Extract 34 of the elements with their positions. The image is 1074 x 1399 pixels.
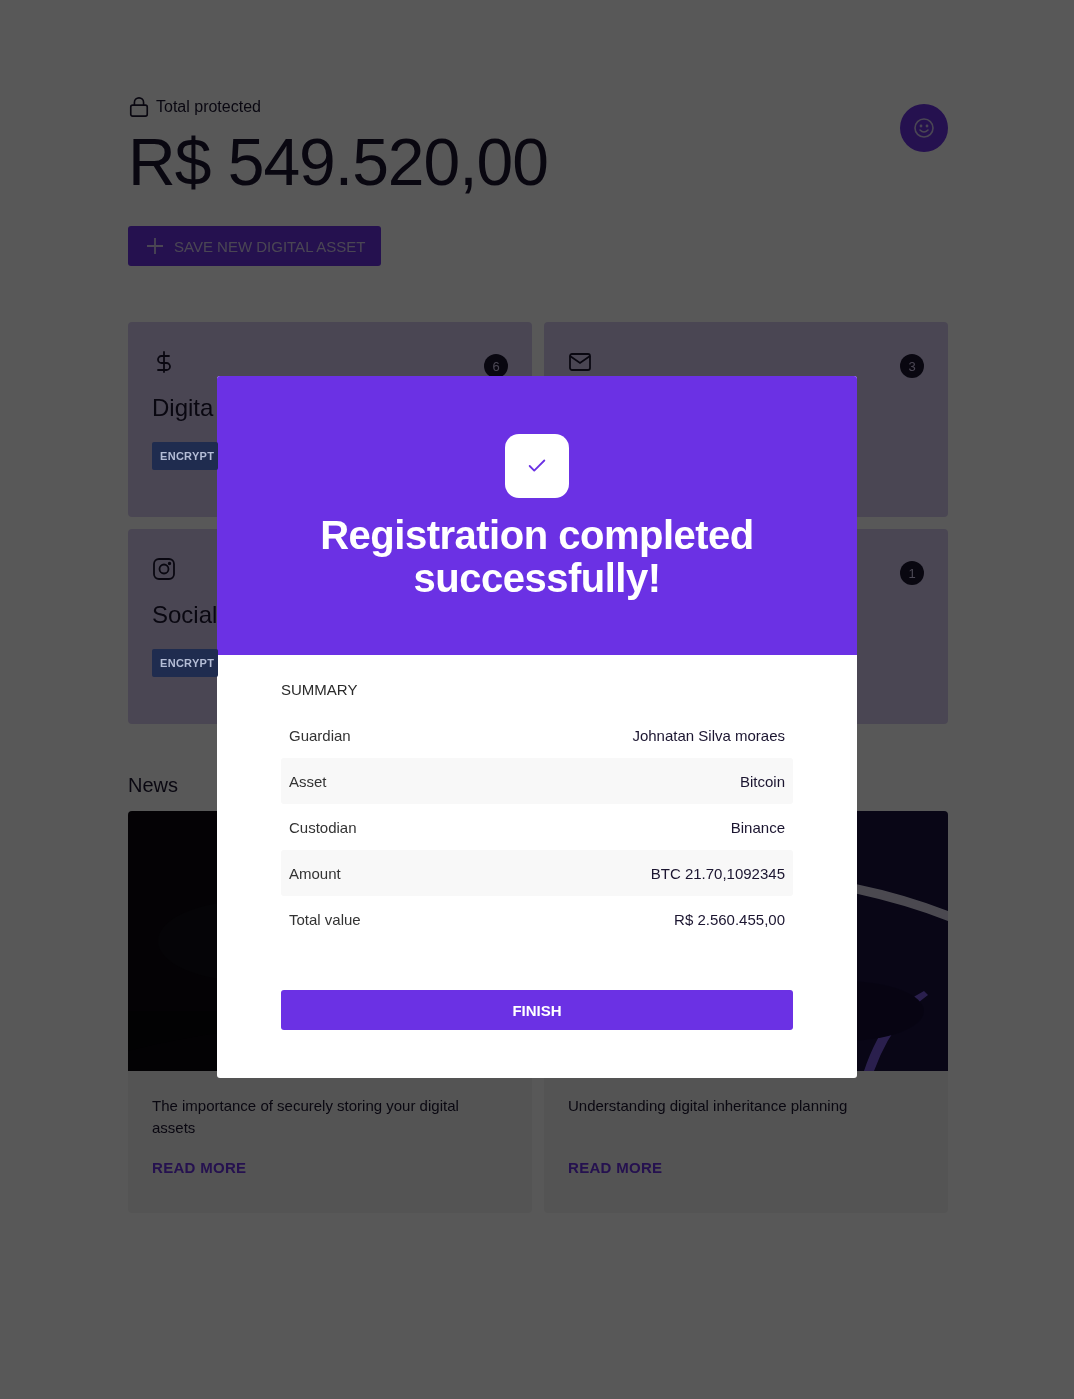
summary-heading: SUMMARY	[281, 681, 359, 698]
check-icon	[505, 434, 569, 498]
read-more-link[interactable]: READ MORE	[152, 1159, 247, 1176]
summary-label: Custodian	[289, 818, 357, 836]
news-title: Understanding digital inheritance planning	[568, 1096, 849, 1116]
encrypted-tag: ENCRYPT	[152, 442, 219, 470]
read-more-link[interactable]: READ MORE	[568, 1159, 663, 1176]
summary-label: Guardian	[289, 726, 351, 744]
total-label: Total protected	[156, 98, 261, 116]
summary-value: R$ 2.560.455,00	[674, 910, 785, 928]
summary-label: Asset	[289, 772, 327, 790]
count-badge: 3	[900, 354, 924, 378]
category-title: Social	[152, 601, 219, 629]
news-heading: News	[128, 774, 178, 797]
encrypted-tag: ENCRYPT	[152, 649, 219, 677]
summary-value: BTC 21.70,1092345	[650, 864, 785, 882]
news-title: The importance of securely storing your digital assets	[152, 1096, 460, 1138]
smiley-icon	[912, 116, 936, 140]
avatar-button[interactable]	[900, 104, 948, 152]
count-badge: 1	[900, 561, 924, 585]
total-amount: R$ 549.520,00	[128, 124, 549, 200]
count-badge: 6	[484, 354, 508, 378]
summary-value: Johnatan Silva moraes	[632, 726, 785, 744]
summary-value: Binance	[730, 818, 785, 836]
plus-icon	[146, 237, 164, 255]
summary-label: Amount	[289, 864, 341, 882]
category-title: Digita	[152, 394, 215, 422]
summary-value: Bitcoin	[739, 772, 785, 790]
mail-icon	[568, 350, 592, 374]
dialog-title: Registration completed successfully!	[319, 514, 755, 600]
instagram-icon	[152, 557, 176, 581]
finish-button[interactable]: FINISH	[281, 990, 793, 1030]
lock-icon	[128, 96, 150, 118]
summary-label: Total value	[289, 910, 361, 928]
